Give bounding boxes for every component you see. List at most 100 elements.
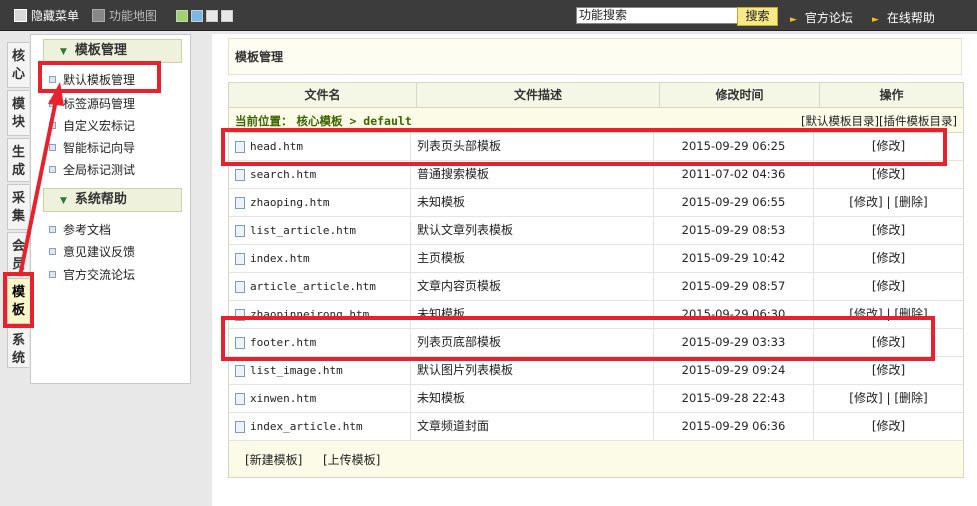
file-name-cell[interactable]: article_article.htm [229, 273, 411, 300]
row-actions[interactable]: [修改] | [删除] [814, 301, 963, 328]
file-name-cell[interactable]: footer.htm [229, 329, 411, 356]
file-icon [235, 140, 245, 153]
grid-icon [92, 9, 105, 22]
menu-item-tag-source[interactable]: 标签源码管理 [49, 95, 135, 112]
table-row: article_article.htm 文章内容页模板 2015-09-29 08:… [229, 273, 963, 301]
file-name-cell[interactable]: index_article.htm [229, 413, 411, 440]
section-title: 系统帮助 [74, 192, 127, 207]
sidebar-tab-collect[interactable]: 采集 [7, 184, 29, 230]
online-help-label: 在线帮助 [886, 11, 935, 25]
modified-time: 2015-09-29 06:30 [654, 301, 814, 328]
column-header-modified: 修改时间 [660, 83, 820, 107]
menu-item-official-forum[interactable]: 官方交流论坛 [49, 266, 135, 283]
file-name-cell[interactable]: zhaoping.htm [229, 189, 411, 216]
menu-item-reference-docs[interactable]: 参考文档 [49, 221, 111, 238]
menu-icon [14, 9, 27, 22]
sidebar-tab-templates[interactable]: 模板 [7, 278, 29, 324]
file-icon [235, 280, 245, 293]
menu-item-label: 标签源码管理 [63, 97, 136, 111]
bullet-icon: ► [872, 15, 879, 25]
template-table: 文件名 文件描述 修改时间 操作 当前位置： 核心模板 > default [默… [228, 82, 964, 478]
modified-time: 2015-09-29 08:53 [654, 217, 814, 244]
row-actions[interactable]: [修改] | [删除] [814, 189, 963, 216]
sidebar-tab-modules[interactable]: 模块 [7, 90, 29, 136]
file-description: 未知模板 [411, 189, 654, 216]
new-template-button[interactable]: [新建模板] [245, 451, 302, 468]
file-description: 列表页底部模板 [411, 329, 654, 356]
modified-time: 2015-09-29 08:57 [654, 273, 814, 300]
menu-item-default-template[interactable]: 默认模板管理 [49, 71, 135, 88]
file-description: 主页模板 [411, 245, 654, 272]
theme-swatch-green[interactable] [176, 10, 188, 22]
hide-menu-label: 隐藏菜单 [31, 9, 80, 23]
sidebar-tab-generate[interactable]: 生成 [7, 138, 29, 182]
file-description: 未知模板 [411, 385, 654, 412]
bullet-icon [49, 100, 56, 107]
section-header-system-help[interactable]: ▼ 系统帮助 [43, 188, 182, 212]
menu-item-smart-tag-wizard[interactable]: 智能标记向导 [49, 139, 135, 156]
file-name: search.htm [250, 167, 317, 181]
menu-item-global-tag-test[interactable]: 全局标记测试 [49, 161, 135, 178]
row-actions[interactable]: [修改] [814, 217, 963, 244]
modified-time: 2015-09-29 09:24 [654, 357, 814, 384]
theme-swatch-blue[interactable] [191, 10, 203, 22]
official-forum-link[interactable]: ► 官方论坛 [790, 9, 853, 26]
row-actions[interactable]: [修改] [814, 273, 963, 300]
row-actions[interactable]: [修改] [814, 357, 963, 384]
file-description: 文章频道封面 [411, 413, 654, 440]
function-map-button[interactable]: 功能地图 [92, 7, 157, 24]
menu-item-feedback[interactable]: 意见建议反馈 [49, 243, 135, 260]
online-help-link[interactable]: ► 在线帮助 [872, 9, 935, 26]
file-name-cell[interactable]: head.htm [229, 133, 411, 160]
theme-swatch-light[interactable] [221, 10, 233, 22]
column-header-filename: 文件名 [229, 83, 417, 107]
file-name-cell[interactable]: list_image.htm [229, 357, 411, 384]
file-name-cell[interactable]: search.htm [229, 161, 411, 188]
search-button[interactable]: 搜索 [737, 7, 778, 26]
row-actions[interactable]: [修改] [814, 413, 963, 440]
row-actions[interactable]: [修改] [814, 245, 963, 272]
table-row: xinwen.htm 未知模板 2015-09-28 22:43 [修改] | [删除… [229, 385, 963, 413]
file-name: list_image.htm [250, 363, 343, 377]
menu-item-label: 自定义宏标记 [63, 119, 136, 133]
sidebar-tab-system[interactable]: 系统 [7, 326, 29, 368]
file-name-cell[interactable]: list_article.htm [229, 217, 411, 244]
collapse-icon: ▼ [60, 196, 67, 206]
menu-item-label: 意见建议反馈 [63, 245, 136, 259]
directory-links[interactable]: [默认模板目录][插件模板目录] [801, 113, 957, 129]
file-name-cell[interactable]: zhaopinneirong.htm [229, 301, 411, 328]
row-actions[interactable]: [修改] [814, 161, 963, 188]
upload-template-button[interactable]: [上传模板] [323, 451, 380, 468]
bullet-icon [49, 226, 56, 233]
row-actions[interactable]: [修改] [814, 133, 963, 160]
file-icon [235, 392, 245, 405]
file-name: zhaopinneirong.htm [250, 307, 370, 321]
bullet-icon [49, 76, 56, 83]
sidebar-tab-core[interactable]: 核心 [7, 42, 29, 88]
main-content: 模板管理 文件名 文件描述 修改时间 操作 当前位置： 核心模板 > defau… [212, 34, 977, 506]
sidebar-tab-members[interactable]: 会员 [7, 232, 29, 276]
location-path[interactable]: 核心模板 > default [297, 114, 412, 128]
modified-time: 2015-09-29 06:55 [654, 189, 814, 216]
breadcrumb: 当前位置： 核心模板 > default [默认模板目录][插件模板目录] [229, 108, 963, 133]
bullet-icon [49, 271, 56, 278]
modified-time: 2015-09-29 06:25 [654, 133, 814, 160]
search-input[interactable]: 功能搜索 [576, 7, 740, 24]
current-location: 当前位置： 核心模板 > default [235, 113, 412, 129]
menu-item-custom-macro[interactable]: 自定义宏标记 [49, 117, 135, 134]
file-name-cell[interactable]: xinwen.htm [229, 385, 411, 412]
file-description: 默认图片列表模板 [411, 357, 654, 384]
section-header-template-management[interactable]: ▼ 模板管理 [43, 39, 182, 63]
file-name-cell[interactable]: index.htm [229, 245, 411, 272]
row-actions[interactable]: [修改] [814, 329, 963, 356]
row-actions[interactable]: [修改] | [删除] [814, 385, 963, 412]
file-description: 列表页头部模板 [411, 133, 654, 160]
hide-menu-button[interactable]: 隐藏菜单 [14, 7, 79, 24]
function-map-label: 功能地图 [109, 9, 158, 23]
file-icon [235, 252, 245, 265]
bullet-icon [49, 166, 56, 173]
table-header: 文件名 文件描述 修改时间 操作 [229, 83, 963, 108]
table-row: zhaoping.htm 未知模板 2015-09-29 06:55 [修改] | [… [229, 189, 963, 217]
theme-swatch-gray[interactable] [206, 10, 218, 22]
bullet-icon [49, 122, 56, 129]
